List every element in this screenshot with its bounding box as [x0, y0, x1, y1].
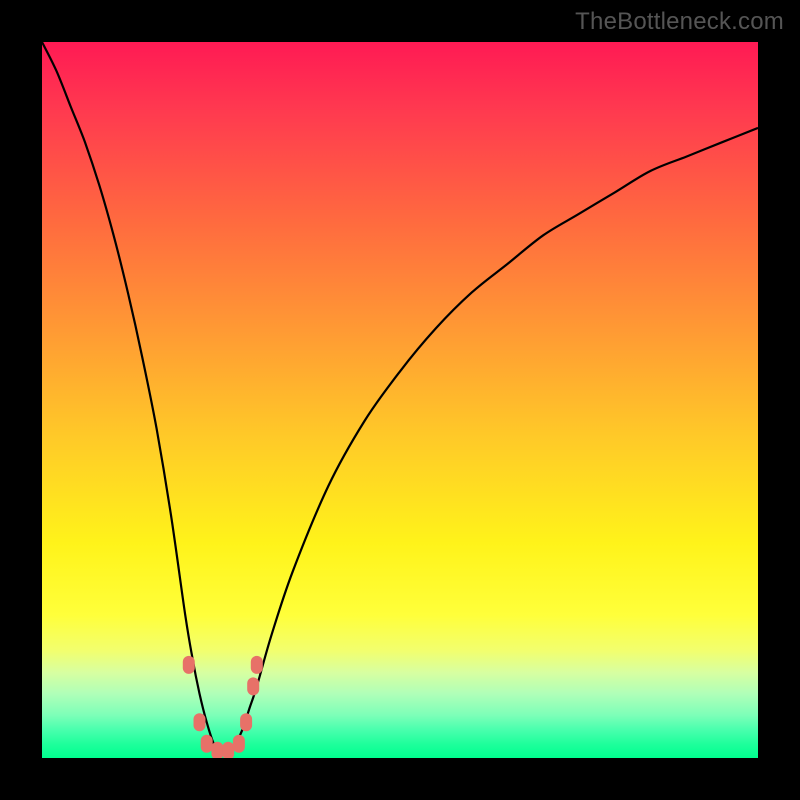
curve-marker — [247, 677, 259, 695]
curve-marker — [211, 742, 223, 758]
curve-marker — [222, 742, 234, 758]
plot-area — [42, 42, 758, 758]
chart-frame: TheBottleneck.com — [0, 0, 800, 800]
curve-marker — [251, 656, 263, 674]
curve-marker — [233, 735, 245, 753]
curve-marker — [194, 713, 206, 731]
curve-layer — [42, 42, 758, 758]
curve-marker — [240, 713, 252, 731]
curve-marker — [201, 735, 213, 753]
curve-marker — [183, 656, 195, 674]
bottleneck-curve — [42, 42, 758, 752]
watermark-text: TheBottleneck.com — [575, 8, 784, 36]
